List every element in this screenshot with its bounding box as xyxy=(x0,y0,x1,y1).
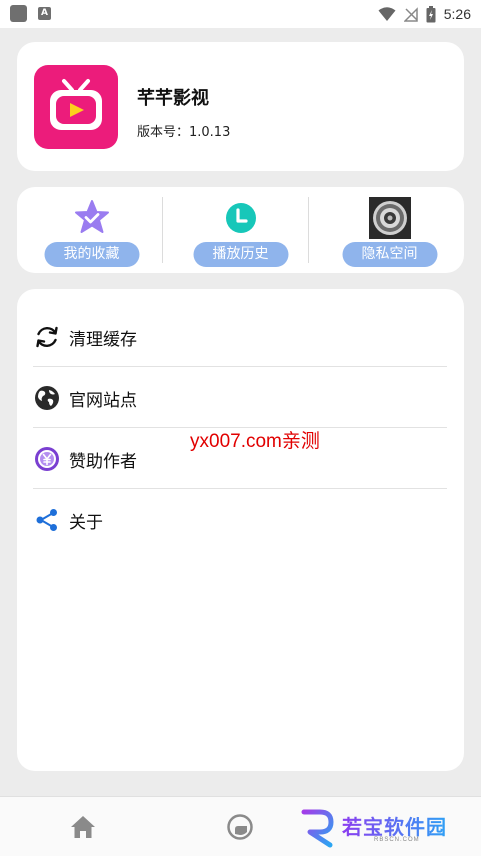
yen-coin-icon xyxy=(33,445,61,473)
settings-menu-card: 清理缓存 官网站点 赞助作者 关于 xyxy=(17,289,464,771)
brand-logo: 若宝软件园 RBSCN.COM xyxy=(298,807,468,849)
clock-time: 5:26 xyxy=(443,6,471,22)
menu-item-label: 赞助作者 xyxy=(69,452,137,472)
status-icons: 5:26 xyxy=(378,4,471,24)
notification-square-icon xyxy=(10,5,27,22)
profile-tab-icon[interactable] xyxy=(226,813,254,841)
menu-item-about[interactable]: 关于 xyxy=(33,489,447,550)
menu-item-label: 官网站点 xyxy=(69,391,137,411)
battery-charging-icon xyxy=(426,5,436,22)
clock-icon xyxy=(220,197,262,239)
wifi-icon xyxy=(378,7,396,21)
favorites-action[interactable]: 我的收藏 xyxy=(17,187,166,273)
private-space-button[interactable]: 隐私空间 xyxy=(342,242,437,267)
history-action[interactable]: 播放历史 xyxy=(166,187,315,273)
share-icon xyxy=(33,506,61,534)
brand-r-logo-icon xyxy=(301,808,334,848)
private-space-action[interactable]: 隐私空间 xyxy=(315,187,464,273)
menu-item-label: 清理缓存 xyxy=(69,330,137,350)
divider xyxy=(162,197,163,263)
brand-subtext: RBSCN.COM xyxy=(374,837,420,843)
star-badge-icon xyxy=(71,197,113,239)
no-signal-icon xyxy=(403,7,418,22)
notification-a-icon: A xyxy=(38,7,51,20)
home-icon[interactable] xyxy=(68,813,98,841)
favorites-button[interactable]: 我的收藏 xyxy=(44,242,139,267)
divider xyxy=(308,197,309,263)
bottom-nav: 若宝软件园 RBSCN.COM xyxy=(0,796,481,856)
menu-item-clear-cache[interactable]: 清理缓存 xyxy=(33,306,447,367)
history-button[interactable]: 播放历史 xyxy=(193,242,288,267)
app-info-card: 芊芊影视 版本号：1.0.13 xyxy=(17,42,464,171)
globe-icon xyxy=(33,384,61,412)
watermark-text: yx007.com亲测 xyxy=(190,431,320,452)
app-name: 芊芊影视 xyxy=(137,88,209,109)
refresh-icon xyxy=(33,323,61,351)
app-logo-tv-icon xyxy=(34,65,118,149)
menu-item-official-site[interactable]: 官网站点 xyxy=(33,367,447,428)
lock-dial-icon xyxy=(368,197,411,239)
brand-text: 若宝软件园 xyxy=(342,811,447,840)
app-version: 版本号：1.0.13 xyxy=(137,125,231,140)
status-bar: A 5:26 xyxy=(0,0,481,28)
menu-item-label: 关于 xyxy=(69,513,103,533)
quick-actions-card: 我的收藏 播放历史 隐私空间 xyxy=(17,187,464,273)
